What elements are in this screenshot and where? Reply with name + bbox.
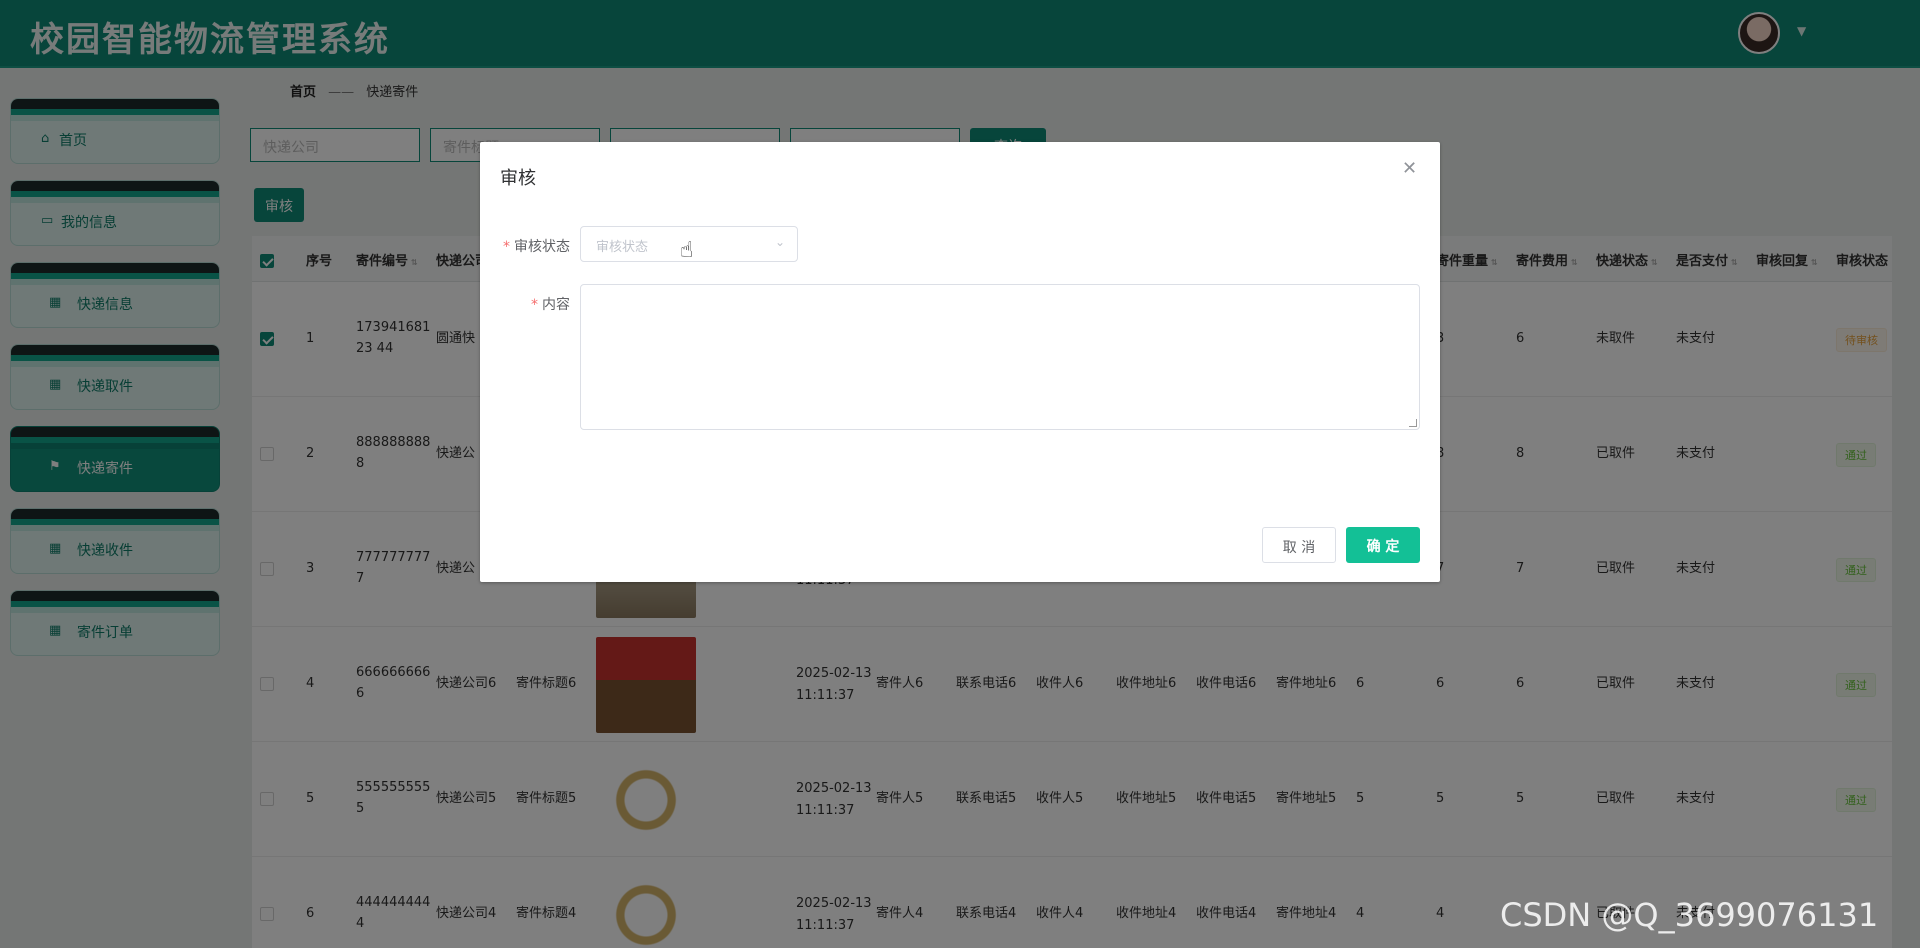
audit-status-label: * 审核状态 <box>503 239 570 255</box>
content-textarea[interactable] <box>580 284 1420 430</box>
content-label: * 内容 <box>531 297 570 313</box>
select-placeholder: 审核状态 <box>596 240 649 255</box>
audit-dialog: 审核 ✕ * 审核状态 审核状态 ⌄ * 内容 取 消 确 定 <box>480 142 1440 582</box>
close-icon[interactable]: ✕ <box>1402 158 1417 179</box>
confirm-button[interactable]: 确 定 <box>1346 527 1420 563</box>
resize-handle-icon[interactable] <box>1409 419 1417 427</box>
chevron-down-icon: ⌄ <box>774 235 785 249</box>
dialog-title: 审核 <box>500 168 536 189</box>
cancel-button[interactable]: 取 消 <box>1262 527 1336 563</box>
hand-cursor-icon: ☝ <box>680 238 694 263</box>
watermark: CSDN @Q_3699076131 <box>1500 896 1879 934</box>
